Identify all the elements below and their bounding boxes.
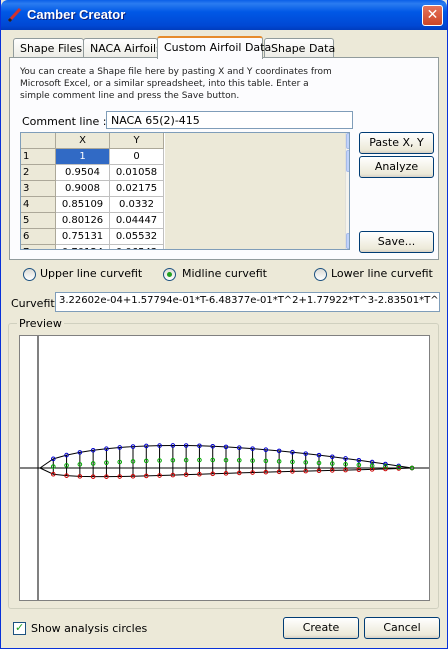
scroll-thumb[interactable] [346,150,349,172]
curvefit-field[interactable]: 3.22602e-04+1.57794e-01*T-6.48377e-01*T^… [55,292,440,312]
cell-y[interactable]: 0.02175 [110,181,164,197]
cell-x[interactable]: 0.80126 [56,213,110,229]
tab-shape-data[interactable]: Shape Data [264,38,335,58]
paste-xy-button[interactable]: Paste X, Y [359,132,434,154]
instructions-text: You can create a Shape file here by past… [20,67,332,101]
grid-vertical-scrollbar[interactable]: ▲ ▼ [345,133,349,249]
midline-curvefit-radio[interactable] [163,268,176,281]
show-analysis-circles-checkbox[interactable]: ✓ [13,621,26,635]
tab-custom-airfoil-data[interactable]: Custom Airfoil Data [157,36,271,59]
coordinates-grid[interactable]: X Y 1 1 0 2 0.9504 0.01058 3 0.9008 0.02175 4 0.85… [20,132,350,250]
cell-x[interactable]: 1 [56,149,110,165]
cell-y[interactable]: 0.04447 [110,213,164,229]
scroll-up-icon[interactable]: ▲ [346,133,349,149]
title-bar[interactable]: Camber Creator ✕ [1,0,447,30]
table-row: 5 0.80126 0.04447 [21,213,164,229]
close-button[interactable]: ✕ [422,5,443,26]
preview-canvas [19,335,430,601]
analyze-button[interactable]: Analyze [359,156,434,178]
create-button[interactable]: Create [283,617,359,639]
cell-x[interactable]: 0.9008 [56,181,110,197]
row-header[interactable]: 1 [21,149,56,165]
tab-naca-airfoils[interactable]: NACA Airfoils [83,38,162,58]
cell-y[interactable]: 0 [110,149,164,165]
upper-curvefit-label: Upper line curvefit [40,267,143,280]
show-analysis-circles-label: Show analysis circles [31,622,148,635]
table-row: 2 0.9504 0.01058 [21,165,164,181]
cancel-button[interactable]: Cancel [364,617,440,639]
custom-airfoil-panel: You can create a Shape file here by past… [9,57,439,260]
cell-y[interactable]: 0.05532 [110,229,164,245]
row-header[interactable]: 2 [21,165,56,181]
cell-x[interactable]: 0.70124 [56,245,110,249]
row-header[interactable]: 7 [21,245,56,249]
row-header[interactable]: 5 [21,213,56,229]
preview-label: Preview [17,317,64,330]
cell-y[interactable]: 0.01058 [110,165,164,181]
grid-header-row: X Y [21,133,164,149]
grid-rows: X Y 1 1 0 2 0.9504 0.01058 3 0.9008 0.02175 4 0.85… [21,133,164,249]
checkmark-icon: ✓ [15,621,25,634]
airfoil-plot [20,336,429,600]
table-row: 6 0.75131 0.05532 [21,229,164,245]
comment-line-label: Comment line : [22,115,107,128]
pencil-icon [7,7,22,23]
lower-curvefit-radio[interactable] [314,268,327,281]
tab-shape-files[interactable]: Shape Files [13,38,84,58]
table-row: 110 [21,149,164,165]
table-row: 70.701240.06543 [21,245,164,249]
cell-x[interactable]: 0.9504 [56,165,110,181]
column-header-x[interactable]: X [56,133,110,149]
cell-y[interactable]: 0.0332 [110,197,164,213]
row-header[interactable]: 4 [21,197,56,213]
radio-selected-dot [167,272,172,277]
save-button[interactable]: Save... [359,231,434,253]
table-row: 4 0.85109 0.0332 [21,197,164,213]
cell-y[interactable]: 0.06543 [110,245,164,249]
row-header[interactable]: 6 [21,229,56,245]
upper-curvefit-radio[interactable] [23,268,36,281]
column-header-y[interactable]: Y [110,133,164,149]
grid-corner [21,133,56,149]
row-header[interactable]: 3 [21,181,56,197]
midline-curvefit-label: Midline curvefit [182,267,267,280]
cell-x[interactable]: 0.85109 [56,197,110,213]
window-title: Camber Creator [27,7,126,22]
comment-line-input[interactable] [106,111,353,129]
airfoil-geometry [39,443,415,479]
scroll-down-icon[interactable]: ▼ [346,233,349,249]
lower-curvefit-label: Lower line curvefit [331,267,433,280]
camber-creator-window: Camber Creator ✕ Shape Files NACA Airfoi… [0,0,448,649]
cell-x[interactable]: 0.75131 [56,229,110,245]
table-row: 3 0.9008 0.02175 [21,181,164,197]
grid-empty-area [165,133,345,249]
